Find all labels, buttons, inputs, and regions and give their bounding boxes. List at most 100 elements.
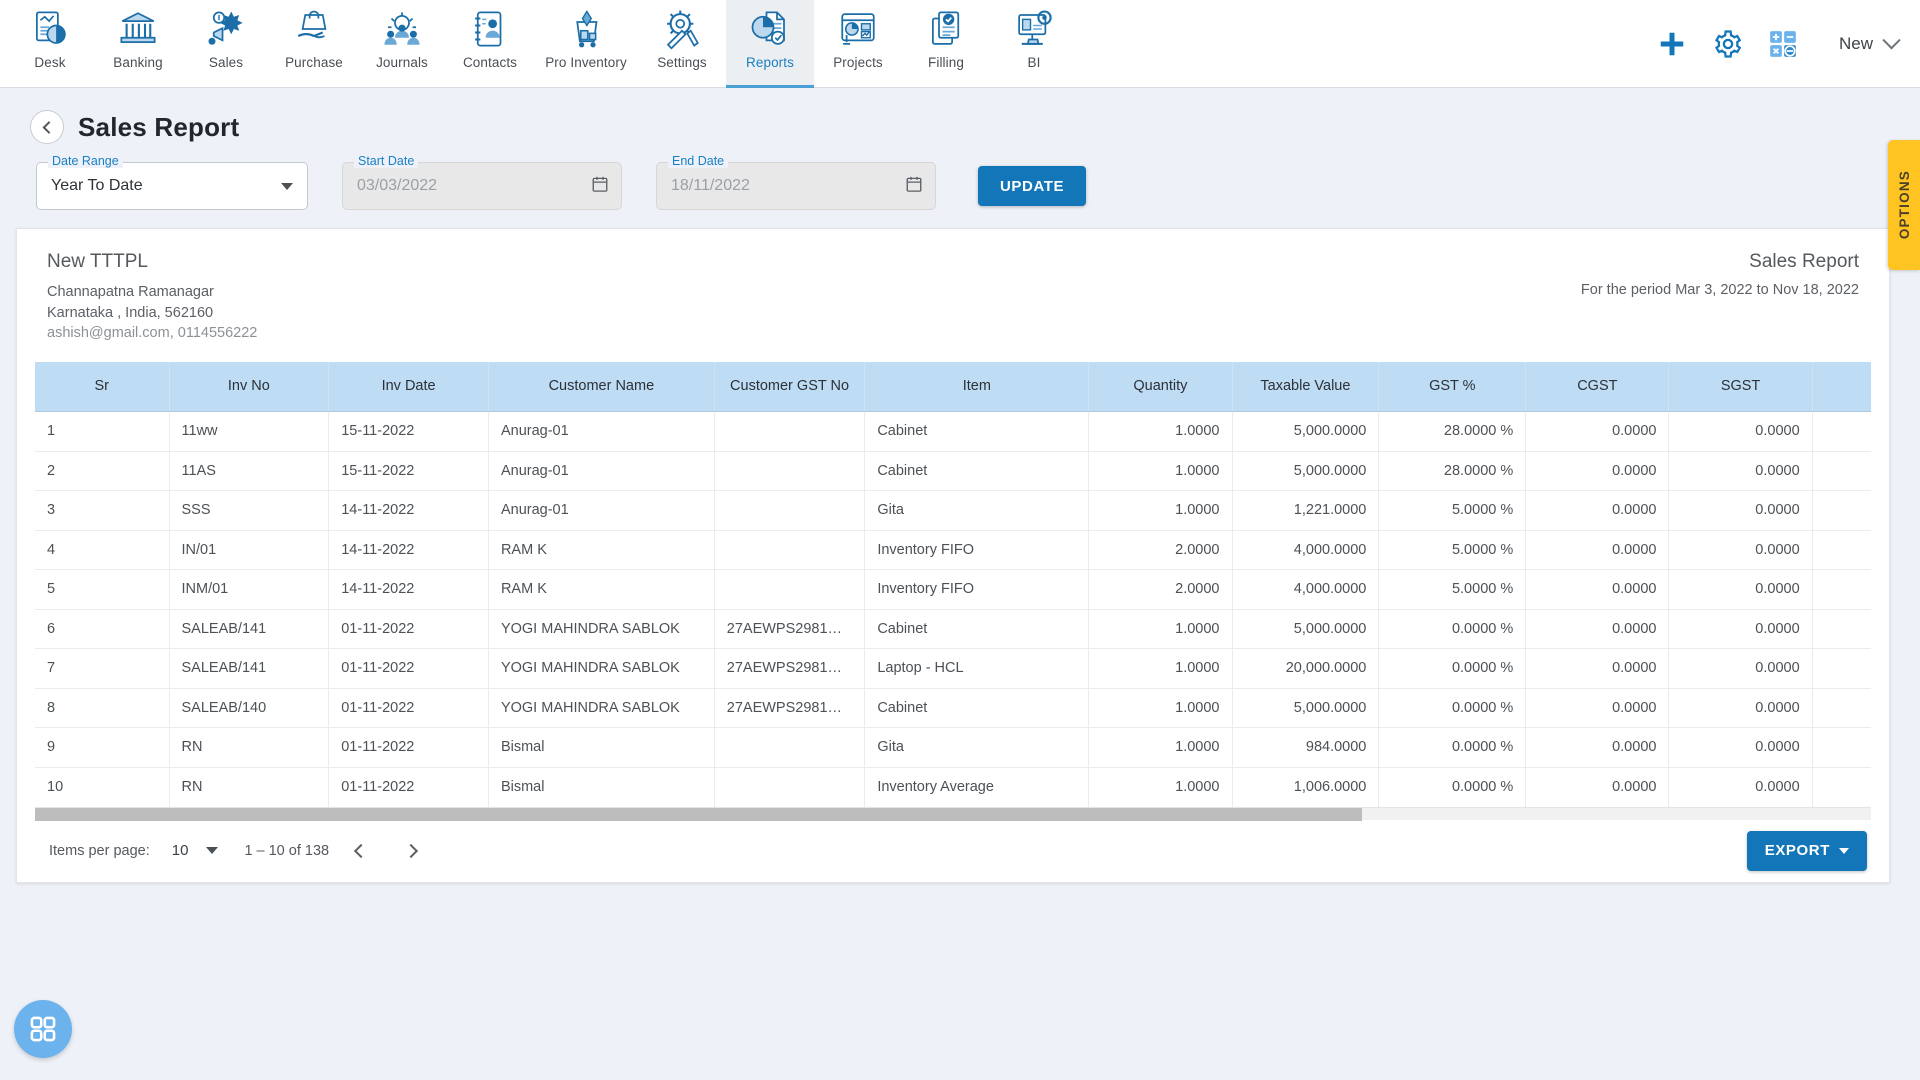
update-button[interactable]: UPDATE [978, 166, 1087, 206]
table-cell: Inventory Average [864, 767, 1090, 807]
table-row[interactable]: 8 SALEAB/140 01-11-2022 YOGI MAHINDRA SABLO… [35, 688, 1871, 729]
nav-item-label: Filling [928, 55, 964, 70]
table-cell [714, 569, 866, 610]
table-cell [1812, 648, 1871, 689]
table-cell: 5,000.0000 [1232, 609, 1380, 650]
plus-icon[interactable] [1657, 29, 1687, 59]
table-cell: Inventory FIFO [864, 530, 1090, 571]
nav-item-reports[interactable]: Reports [726, 0, 814, 88]
page-header: Sales Report [0, 88, 1920, 144]
reports-piechart-doc-icon [751, 11, 785, 45]
nav-item-label: Purchase [285, 55, 343, 70]
table-cell: Anurag-01 [488, 451, 715, 492]
table-cell: 27AEWPS2981N2Z9 [714, 688, 866, 729]
projects-dashboard-icon [841, 13, 875, 45]
table-cell: 1.0000 [1088, 767, 1233, 807]
calendar-icon[interactable] [591, 175, 609, 198]
back-button[interactable] [30, 110, 64, 144]
table-cell: SALEAB/140 [169, 688, 330, 729]
table-cell: 2.0000 [1088, 569, 1233, 610]
table-cell: 5,000.0000 [1232, 451, 1380, 492]
table-cell: 0.0000 [1668, 490, 1813, 531]
table-cell: 1,006.0000 [1232, 767, 1380, 807]
table-footer: Items per page: 10 1 – 10 of 138 EXPORT [17, 820, 1889, 882]
caret-down-icon[interactable] [206, 847, 219, 855]
table-row[interactable]: 2 11AS 15-11-2022 Anurag-01 Cabinet 1.0000 5,0… [35, 451, 1871, 492]
calculator-icon[interactable] [1769, 30, 1797, 58]
next-page-button[interactable] [393, 833, 429, 869]
gear-icon[interactable] [1713, 29, 1743, 59]
table-cell: Cabinet [864, 451, 1090, 492]
nav-item-label: Projects [833, 55, 883, 70]
start-date-input[interactable]: Start Date 03/03/2022 [342, 154, 622, 210]
report-header: New TTTPL Channapatna Ramanagar Karnatak… [17, 229, 1889, 362]
table-column-header: Sr [35, 361, 170, 413]
end-date-input[interactable]: End Date 18/11/2022 [656, 154, 936, 210]
table-cell [1812, 530, 1871, 571]
export-button[interactable]: EXPORT [1746, 830, 1867, 871]
table-cell: 2.0000 [1088, 530, 1233, 571]
table-cell [714, 411, 866, 452]
new-dropdown-label: New [1838, 34, 1873, 53]
nav-item-contacts[interactable]: Contacts [446, 0, 534, 88]
nav-item-purchase[interactable]: Purchase [270, 0, 358, 88]
table-row[interactable]: 6 SALEAB/141 01-11-2022 YOGI MAHINDRA SABLO… [35, 609, 1871, 650]
date-range-select[interactable]: Date Range Year To Date [36, 154, 308, 210]
end-date-value: 18/11/2022 [671, 177, 750, 194]
table-cell: 7 [35, 648, 170, 689]
table-cell [1812, 411, 1871, 452]
nav-item-settings[interactable]: Settings [638, 0, 726, 88]
previous-page-button[interactable] [343, 833, 379, 869]
nav-item-sales[interactable]: Sales [182, 0, 270, 88]
table-row[interactable]: 9 RN 01-11-2022 Bismal Gita 1.0000 984.0000 0.0… [35, 727, 1871, 768]
table-cell [714, 530, 866, 571]
nav-item-journals[interactable]: Journals [358, 0, 446, 88]
nav-item-filling[interactable]: Filling [902, 0, 990, 88]
nav-item-projects[interactable]: Projects [814, 0, 902, 88]
horizontal-scrollbar[interactable] [35, 806, 1871, 821]
table-row[interactable]: 4 IN/01 14-11-2022 RAM K Inventory FIFO 2.000… [35, 530, 1871, 571]
organization-name: New TTTPL [47, 251, 149, 272]
table-cell: 1.0000 [1088, 648, 1233, 689]
table-cell [714, 490, 866, 531]
table-cell: 1 [35, 411, 170, 452]
table-container: Sr Inv No Inv Date Customer Name Customer GS… [35, 361, 1871, 807]
table-column-header: Customer GST No [714, 361, 866, 413]
end-date-label: End Date [668, 154, 729, 168]
table-cell: 1,221.0000 [1232, 490, 1380, 531]
calendar-icon[interactable] [905, 175, 923, 198]
table-cell: 0.0000 [1668, 609, 1813, 650]
new-dropdown[interactable]: New [1838, 30, 1901, 54]
filling-docs-check-icon [932, 11, 960, 45]
table-cell: Gita [864, 490, 1090, 531]
table-cell: 1.0000 [1088, 490, 1233, 531]
pagination-range: 1 – 10 of 138 [244, 842, 330, 859]
table-cell [1812, 490, 1871, 531]
table-cell: Bismal [488, 767, 715, 807]
nav-item-banking[interactable]: Banking [94, 0, 182, 88]
options-side-tab[interactable]: OPTIONS [1888, 140, 1920, 270]
table-cell: 15-11-2022 [328, 411, 489, 452]
export-button-label: EXPORT [1764, 842, 1830, 860]
date-range-value: Year To Date [51, 177, 143, 194]
table-cell: YOGI MAHINDRA SABLOK [488, 609, 715, 650]
table-cell: 0.0000 % [1378, 767, 1527, 807]
table-row[interactable]: 7 SALEAB/141 01-11-2022 YOGI MAHINDRA SABLO… [35, 648, 1871, 689]
table-cell: 14-11-2022 [328, 490, 489, 531]
table-row[interactable]: 5 INM/01 14-11-2022 RAM K Inventory FIFO 2.00… [35, 569, 1871, 610]
apps-grid-fab[interactable] [14, 1000, 72, 1058]
table-cell: Laptop - HCL [864, 648, 1090, 689]
items-per-page-value[interactable]: 10 [172, 842, 189, 859]
nav-item-pro-inventory[interactable]: Pro Inventory [534, 0, 638, 88]
table-row[interactable]: 3 SSS 14-11-2022 Anurag-01 Gita 1.0000 1,221.0… [35, 490, 1871, 531]
table-cell: 14-11-2022 [328, 530, 489, 571]
table-row[interactable]: 1 11ww 15-11-2022 Anurag-01 Cabinet 1.0000 5,0… [35, 411, 1871, 452]
table-row[interactable]: 10 RN 01-11-2022 Bismal Inventory Average 1.0… [35, 767, 1871, 807]
nav-item-bi[interactable]: BI [990, 0, 1078, 88]
nav-item-desk[interactable]: Desk [6, 0, 94, 88]
table-cell [1812, 688, 1871, 729]
table-column-header: CGST [1525, 361, 1670, 413]
table-cell: 14-11-2022 [328, 569, 489, 610]
nav-item-label: Contacts [462, 55, 518, 70]
table-cell: 0.0000 % [1378, 727, 1527, 768]
